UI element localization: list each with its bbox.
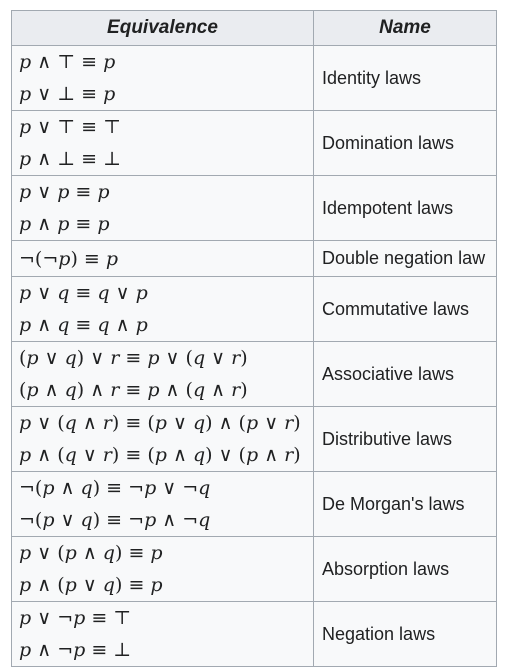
equivalence-cell: (p ∨ q) ∨ r ≡ p ∨ (q ∨ r) (p ∧ q) ∧ r ≡ p… (11, 341, 314, 407)
table-row: p ∨ ⊤ ≡ ⊤ p ∧ ⊥ ≡ ⊥ Domination laws (11, 110, 497, 176)
law-name-cell: Associative laws (313, 341, 497, 407)
equivalence-formula: p ∨ ⊥ ≡ p (19, 83, 116, 105)
equivalence-cell: p ∨ q ≡ q ∨ p p ∧ q ≡ q ∧ p (11, 276, 314, 342)
header-row: Equivalence Name (11, 10, 497, 46)
equivalence-formula: p ∨ p ≡ p (19, 181, 110, 203)
equivalence-formula: p ∧ ⊤ ≡ p (19, 51, 116, 73)
logical-equivalences-table: Equivalence Name p ∧ ⊤ ≡ p p ∨ ⊥ ≡ p Ident… (11, 10, 497, 667)
law-name-cell: Distributive laws (313, 406, 497, 472)
law-name-cell: Negation laws (313, 601, 497, 667)
table-row: ¬(¬p) ≡ p Double negation law (11, 240, 497, 277)
table-row: p ∨ ¬p ≡ ⊤ p ∧ ¬p ≡ ⊥ Negation laws (11, 601, 497, 667)
table-row: p ∨ (q ∧ r) ≡ (p ∨ q) ∧ (p ∨ r) p ∧ (q ∨ … (11, 406, 497, 472)
law-name-cell: Commutative laws (313, 276, 497, 342)
equivalence-formula: p ∧ p ≡ p (19, 213, 110, 235)
equivalence-formula: p ∨ (q ∧ r) ≡ (p ∨ q) ∧ (p ∨ r) (19, 412, 301, 434)
table-row: (p ∨ q) ∨ r ≡ p ∨ (q ∨ r) (p ∧ q) ∧ r ≡ p… (11, 341, 497, 407)
equivalence-cell: p ∨ (q ∧ r) ≡ (p ∨ q) ∧ (p ∨ r) p ∧ (q ∨ … (11, 406, 314, 472)
equivalence-formula: (p ∨ q) ∨ r ≡ p ∨ (q ∨ r) (19, 347, 248, 369)
law-name-cell: Idempotent laws (313, 175, 497, 241)
table-row: p ∨ p ≡ p p ∧ p ≡ p Idempotent laws (11, 175, 497, 241)
equivalence-cell: p ∨ p ≡ p p ∧ p ≡ p (11, 175, 314, 241)
equivalence-column-header: Equivalence (11, 10, 314, 46)
table-row: p ∧ ⊤ ≡ p p ∨ ⊥ ≡ p Identity laws (11, 45, 497, 111)
equivalence-formula: p ∨ ⊤ ≡ ⊤ (19, 116, 121, 138)
equivalence-cell: p ∨ ⊤ ≡ ⊤ p ∧ ⊥ ≡ ⊥ (11, 110, 314, 176)
equivalence-cell: p ∨ (p ∧ q) ≡ p p ∧ (p ∨ q) ≡ p (11, 536, 314, 602)
law-name-cell: Absorption laws (313, 536, 497, 602)
law-name-cell: Identity laws (313, 45, 497, 111)
equivalence-formula: p ∧ (q ∨ r) ≡ (p ∧ q) ∨ (p ∧ r) (19, 444, 301, 466)
table-body: p ∧ ⊤ ≡ pp ∨ ⊥ ≡ p Identity laws p ∨ ⊤ ≡ ⊤… (11, 45, 497, 667)
equivalence-formula: p ∨ q ≡ q ∨ p (19, 282, 148, 304)
equivalence-cell: p ∨ ¬p ≡ ⊤ p ∧ ¬p ≡ ⊥ (11, 601, 314, 667)
table-row: p ∨ q ≡ q ∨ p p ∧ q ≡ q ∧ p Commutative la… (11, 276, 497, 342)
law-name-cell: De Morgan's laws (313, 471, 497, 537)
name-column-header: Name (313, 10, 497, 46)
equivalence-formula: p ∧ ¬p ≡ ⊥ (19, 639, 132, 661)
equivalence-formula: p ∧ ⊥ ≡ ⊥ (19, 148, 121, 170)
law-name-cell: Double negation law (313, 240, 497, 277)
equivalence-cell: p ∧ ⊤ ≡ p p ∨ ⊥ ≡ p (11, 45, 314, 111)
logical-equivalences-table-wrapper: Equivalence Name p ∧ ⊤ ≡ p p ∨ ⊥ ≡ p Ident… (11, 10, 497, 667)
equivalence-formula: ¬(p ∧ q) ≡ ¬p ∨ ¬q (19, 477, 211, 499)
equivalence-formula: p ∧ q ≡ q ∧ p (19, 314, 148, 336)
equivalence-formula: ¬(p ∨ q) ≡ ¬p ∧ ¬q (19, 509, 211, 531)
equivalence-formula: p ∨ (p ∧ q) ≡ p (19, 542, 163, 564)
equivalence-formula: (p ∧ q) ∧ r ≡ p ∧ (q ∧ r) (19, 379, 248, 401)
equivalence-cell: ¬(¬p) ≡ p (11, 240, 314, 277)
equivalence-formula: ¬(¬p) ≡ p (19, 247, 119, 270)
equivalence-cell: ¬(p ∧ q) ≡ ¬p ∨ ¬q ¬(p ∨ q) ≡ ¬p ∧ ¬q (11, 471, 314, 537)
table-row: ¬(p ∧ q) ≡ ¬p ∨ ¬q ¬(p ∨ q) ≡ ¬p ∧ ¬q De M… (11, 471, 497, 537)
table-row: p ∨ (p ∧ q) ≡ p p ∧ (p ∨ q) ≡ p Absorption… (11, 536, 497, 602)
equivalence-formula: p ∨ ¬p ≡ ⊤ (19, 607, 132, 629)
equivalence-formula: p ∧ (p ∨ q) ≡ p (19, 574, 163, 596)
law-name-cell: Domination laws (313, 110, 497, 176)
